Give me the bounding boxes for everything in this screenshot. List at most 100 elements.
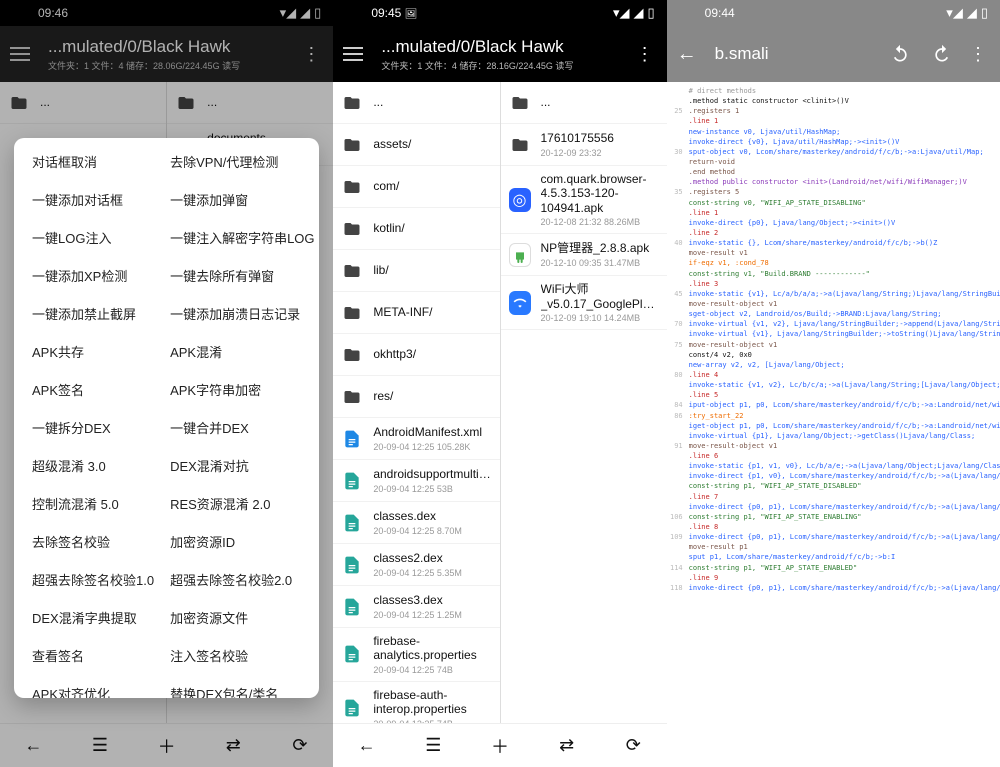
file-row[interactable]: 1761017555620-12-09 23:32 xyxy=(501,124,667,166)
menu-item[interactable]: APK字符串加密 xyxy=(170,380,314,399)
code-line: .line 3 xyxy=(669,279,998,289)
line-number xyxy=(669,380,689,390)
phone-2: 09:45 🖼 ▾◢ ◢ ▯ ...mulated/0/Black Hawk 文… xyxy=(333,0,666,767)
code-line: 75move-result-object v1 xyxy=(669,340,998,350)
menu-item[interactable]: 一键LOG注入 xyxy=(32,228,154,247)
file-row[interactable]: lib/ xyxy=(333,250,499,292)
file-row[interactable]: ... xyxy=(333,82,499,124)
line-number xyxy=(669,228,689,238)
file-meta: 20-09-04 12:25 105.28K xyxy=(373,442,491,452)
code-line: const-string v1, "Build.BRAND ----------… xyxy=(669,269,998,279)
code-text: iget-object p1, p0, Lcom/share/masterkey… xyxy=(689,421,1000,431)
file-row[interactable]: AndroidManifest.xml20-09-04 12:25 105.28… xyxy=(333,418,499,460)
menu-item[interactable]: 注入签名校验 xyxy=(170,646,314,665)
file-row[interactable]: firebase-analytics.properties20-09-04 12… xyxy=(333,628,499,682)
menu-item[interactable]: DEX混淆字典提取 xyxy=(32,608,154,627)
line-number xyxy=(669,177,689,187)
file-name: META-INF/ xyxy=(373,305,491,319)
file-row[interactable]: kotlin/ xyxy=(333,208,499,250)
code-line: sput p1, Lcom/share/masterkey/android/f/… xyxy=(669,552,998,562)
file-row[interactable]: firebase-auth-interop.properties20-09-04… xyxy=(333,682,499,723)
menu-item[interactable]: 加密资源文件 xyxy=(170,608,314,627)
file-row[interactable]: META-INF/ xyxy=(333,292,499,334)
redo-icon[interactable] xyxy=(932,44,952,64)
code-text: .end method xyxy=(689,167,735,177)
menu-item[interactable]: 一键添加禁止截屏 xyxy=(32,304,154,323)
more-icon[interactable]: ⋮ xyxy=(966,44,990,65)
code-line: 106const-string p1, "WIFI_AP_STATE_ENABL… xyxy=(669,512,998,522)
menu-item[interactable]: RES资源混淆 2.0 xyxy=(170,494,314,513)
menu-item[interactable]: 一键添加对话框 xyxy=(32,190,154,209)
menu-item[interactable]: 对话框取消 xyxy=(32,152,154,171)
line-number xyxy=(669,218,689,228)
file-icon xyxy=(341,554,363,576)
swap-icon[interactable]: ⇄ xyxy=(555,734,579,758)
menu-item[interactable]: APK共存 xyxy=(32,342,154,361)
left-pane[interactable]: ... assets/com/kotlin/lib/META-INF/okhttp… xyxy=(333,82,500,723)
code-line: .line 6 xyxy=(669,451,998,461)
menu-item[interactable]: 去除VPN/代理检测 xyxy=(170,152,314,171)
folder-icon xyxy=(341,176,363,198)
hamburger-icon[interactable] xyxy=(343,42,367,66)
code-line: const-string p1, "WIFI_AP_STATE_DISABLED… xyxy=(669,481,998,491)
code-line: move-result p1 xyxy=(669,542,998,552)
menu-item[interactable]: APK混淆 xyxy=(170,342,314,361)
menu-item[interactable]: 一键去除所有弹窗 xyxy=(170,266,314,285)
toolbar-title: b.smali xyxy=(715,44,876,64)
file-name: ... xyxy=(373,95,491,109)
menu-item[interactable]: 一键合并DEX xyxy=(170,418,314,437)
menu-item[interactable]: 控制流混淆 5.0 xyxy=(32,494,154,513)
line-number xyxy=(669,86,689,96)
code-line: .line 7 xyxy=(669,492,998,502)
code-line: 84iput-object p1, p0, Lcom/share/masterk… xyxy=(669,400,998,410)
menu-item[interactable]: 超强去除签名校验1.0 xyxy=(32,570,154,589)
list-icon[interactable]: ☰ xyxy=(421,734,445,758)
menu-item[interactable]: 一键注入解密字符串LOG xyxy=(170,228,314,247)
menu-item[interactable]: 查看签名 xyxy=(32,646,154,665)
line-number: 75 xyxy=(669,340,689,350)
file-row[interactable]: WiFi大师_v5.0.17_GooglePlay(1).apk20-12-09… xyxy=(501,276,667,330)
file-icon xyxy=(341,512,363,534)
menu-item[interactable]: 一键添加崩溃日志记录 xyxy=(170,304,314,323)
file-row[interactable]: ◎com.quark.browser-4.5.3.153-120-104941.… xyxy=(501,166,667,234)
more-icon[interactable]: ⋮ xyxy=(633,44,657,65)
file-row[interactable]: classes2.dex20-09-04 12:25 5.35M xyxy=(333,544,499,586)
file-row[interactable]: classes.dex20-09-04 12:25 8.70M xyxy=(333,502,499,544)
line-number: 86 xyxy=(669,411,689,421)
file-row[interactable]: okhttp3/ xyxy=(333,334,499,376)
code-line: const/4 v2, 0x0 xyxy=(669,350,998,360)
refresh-icon[interactable]: ⟳ xyxy=(621,734,645,758)
menu-item[interactable]: 超强去除签名校验2.0 xyxy=(170,570,314,589)
wifi-icon: ▾◢ xyxy=(946,5,963,21)
menu-item[interactable]: DEX混淆对抗 xyxy=(170,456,314,475)
file-row[interactable]: assets/ xyxy=(333,124,499,166)
add-icon[interactable]: ＋ xyxy=(488,734,512,758)
file-row[interactable]: androidsupportmultidexversion.txt20-09-0… xyxy=(333,460,499,502)
menu-item[interactable]: APK签名 xyxy=(32,380,154,399)
menu-item[interactable]: APK对齐优化 xyxy=(32,684,154,698)
code-text: .line 1 xyxy=(689,208,719,218)
menu-item[interactable]: 加密资源ID xyxy=(170,532,314,551)
menu-item[interactable]: 替换DEX包名/类名 xyxy=(170,684,314,698)
code-line: invoke-static {v1, v2}, Lc/b/c/a;->a(Lja… xyxy=(669,380,998,390)
code-line: 25.registers 1 xyxy=(669,106,998,116)
menu-item[interactable]: 去除签名校验 xyxy=(32,532,154,551)
right-pane[interactable]: ...1761017555620-12-09 23:32◎com.quark.b… xyxy=(501,82,667,723)
code-line: .method public constructor <init>(Landro… xyxy=(669,177,998,187)
back-icon[interactable]: ← xyxy=(355,734,379,758)
menu-item[interactable]: 一键添加XP检测 xyxy=(32,266,154,285)
file-row[interactable]: NP管理器_2.8.8.apk20-12-10 09:35 31.47MB xyxy=(501,234,667,276)
back-arrow-icon[interactable]: ← xyxy=(677,43,701,66)
code-viewer[interactable]: # direct methods.method static construct… xyxy=(667,82,1000,767)
file-row[interactable]: res/ xyxy=(333,376,499,418)
file-row[interactable]: ... xyxy=(501,82,667,124)
file-row[interactable]: classes3.dex20-09-04 12:25 1.25M xyxy=(333,586,499,628)
file-row[interactable]: com/ xyxy=(333,166,499,208)
file-name: assets/ xyxy=(373,137,491,151)
menu-item[interactable]: 超级混淆 3.0 xyxy=(32,456,154,475)
file-icon xyxy=(341,596,363,618)
menu-item[interactable]: 一键拆分DEX xyxy=(32,418,154,437)
file-icon xyxy=(341,470,363,492)
undo-icon[interactable] xyxy=(890,44,910,64)
menu-item[interactable]: 一键添加弹窗 xyxy=(170,190,314,209)
